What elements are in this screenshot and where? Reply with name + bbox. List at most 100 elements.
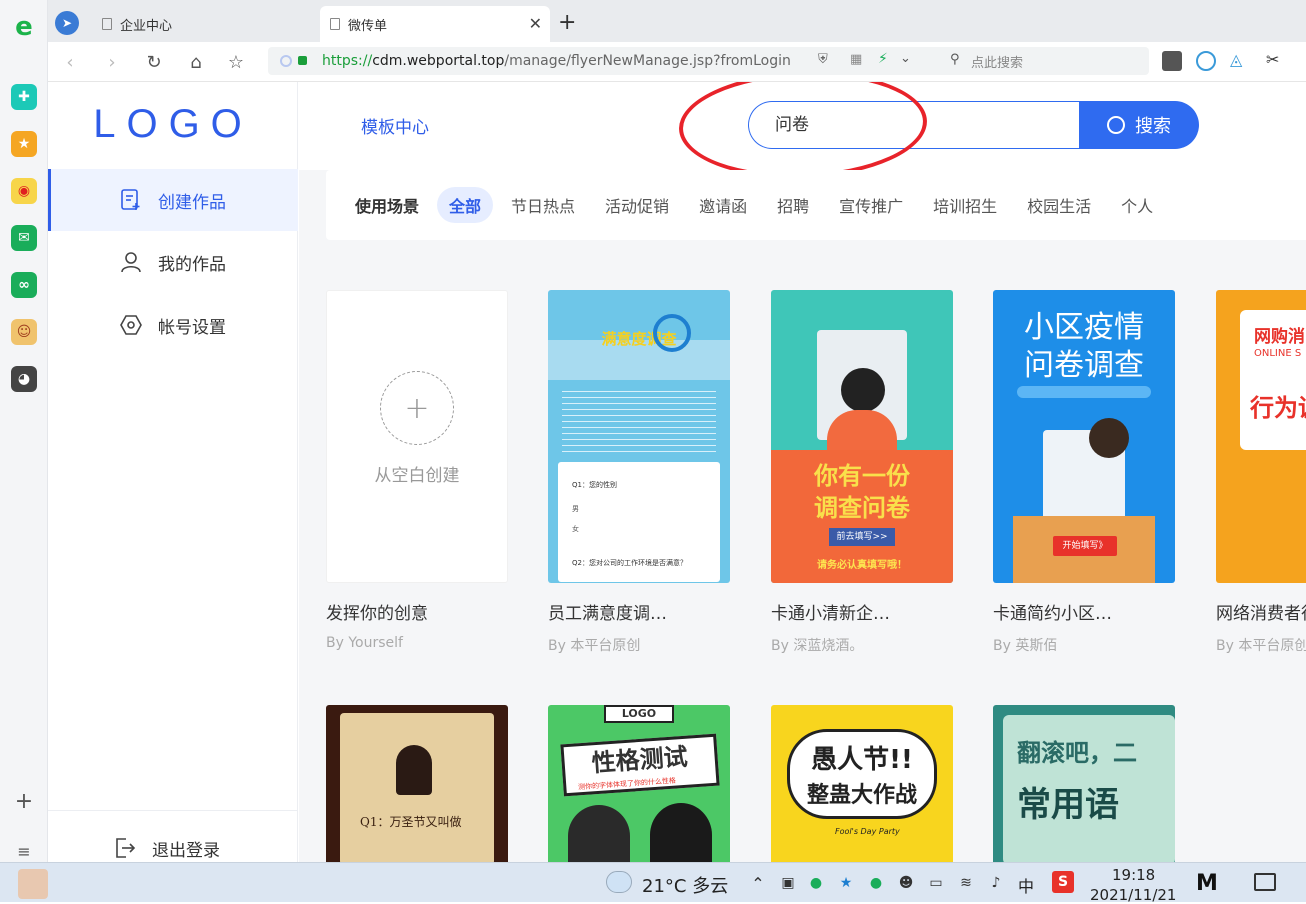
filter-chip[interactable]: 校园生活 [1027, 193, 1091, 217]
forward-icon[interactable]: › [100, 50, 124, 74]
back-icon[interactable]: ‹ [58, 50, 82, 74]
filter-chip[interactable]: 招聘 [777, 193, 809, 217]
template-card[interactable]: 愚人节!! 整蛊大作战 Fool's Day Party [771, 705, 953, 862]
triangle-app-icon[interactable]: ◬ [1230, 50, 1242, 69]
poster-footer: 请务必认真填写哦！ [817, 560, 907, 571]
link-app-icon[interactable]: ∞ [11, 272, 37, 298]
search-icon [1107, 116, 1125, 134]
poster-subtitle: Fool's Day Party [835, 827, 900, 836]
weather-text[interactable]: 21°C 多云 [642, 872, 728, 898]
lightning-icon[interactable]: ⚡ [878, 51, 888, 67]
wechat-work-icon[interactable]: ● [866, 873, 886, 893]
card-author: By Yourself [326, 635, 403, 651]
chevron-up-icon[interactable]: ⌃ [748, 873, 768, 893]
game-avatar-icon[interactable]: ☺ [11, 319, 37, 345]
sidebar-item-label: 创建作品 [158, 192, 226, 213]
template-center-link[interactable]: 模板中心 [361, 113, 429, 138]
app-clover-icon[interactable]: ✚ [11, 84, 37, 110]
scissors-icon[interactable]: ✂ [1266, 50, 1279, 69]
sidebar-item-my-works[interactable]: 我的作品 [48, 231, 298, 293]
panda-app-icon[interactable]: ◕ [11, 366, 37, 392]
cloud-weather-icon [606, 871, 632, 893]
browser-search-box[interactable]: ⚲ 点此搜索 [941, 47, 1149, 75]
sidebar-divider [48, 810, 298, 811]
filter-chip[interactable]: 个人 [1121, 193, 1153, 217]
template-card[interactable]: LOGO 性格测试 测你的字体体现了你的什么性格 [548, 705, 730, 862]
minus-circle-icon[interactable] [1196, 51, 1216, 71]
browser-search-placeholder: 点此搜索 [971, 55, 1024, 71]
card-author: By 本平台原创 [548, 638, 641, 654]
template-card[interactable]: Q1：万圣节又叫做 [326, 705, 508, 862]
question-2: Q2：您对公司的工作环境是否满意？ [572, 559, 687, 567]
url-host: cdm.webportal.top [372, 53, 505, 69]
template-card[interactable]: 网购消 ONLINE S 行为调 网络消费者行 By 本平台原创 [1216, 290, 1306, 655]
sidebar-item-create[interactable]: 创建作品 [48, 169, 298, 231]
blank-create-card[interactable]: + 从空白创建 发挥你的创意 By Yourself [326, 290, 508, 651]
poster-line-2: 调查问卷 [814, 494, 910, 522]
template-card[interactable]: 翻滚吧，二 常用语 [993, 705, 1175, 862]
tab-enterprise-center[interactable]: 企业中心 [92, 6, 320, 42]
browser-side-rail: e ✚ ★ ◉ ✉ ∞ ☺ ◕ + ≡ [0, 0, 48, 862]
poster-body-text [562, 386, 716, 452]
option-male: 男 [572, 505, 579, 513]
new-tab-icon[interactable]: + [558, 10, 576, 35]
search-button[interactable]: 搜索 [1079, 101, 1199, 149]
reader-icon[interactable] [1162, 51, 1182, 71]
close-tab-icon[interactable]: ✕ [529, 14, 542, 33]
add-app-icon[interactable]: + [11, 788, 37, 814]
qq-icon[interactable]: ☻ [896, 873, 916, 893]
poster-subtitle-bar [1017, 386, 1151, 398]
template-thumb: 小区疫情 问卷调查 开始填写》 [993, 290, 1175, 583]
battery-icon[interactable]: ▭ [926, 873, 946, 893]
poster-fill-button: 前去填写>> [829, 528, 895, 546]
navigate-arrow-icon[interactable]: ➤ [55, 11, 79, 35]
rail-menu-icon[interactable]: ≡ [11, 838, 37, 864]
template-thumb: 翻滚吧，二 常用语 [993, 705, 1175, 862]
sidebar-item-account-settings[interactable]: 帐号设置 [48, 294, 298, 356]
sidebar-item-label: 帐号设置 [158, 317, 226, 338]
template-card[interactable]: 你有一份 调查问卷 前去填写>> 请务必认真填写哦！ 卡通小清新企… By 深蓝… [771, 290, 953, 655]
favorites-star-icon[interactable]: ★ [11, 131, 37, 157]
url-dropdown-icon[interactable]: ⌄ [900, 51, 911, 66]
filter-chip[interactable]: 邀请函 [699, 193, 747, 217]
url-bar[interactable]: https://cdm.webportal.top/manage/flyerNe… [268, 47, 974, 75]
star-tray-icon[interactable]: ★ [836, 873, 856, 893]
filter-chip[interactable]: 培训招生 [933, 193, 997, 217]
filter-chip[interactable]: 节日热点 [511, 193, 575, 217]
tab-flyer[interactable]: 微传单 ✕ [320, 6, 550, 42]
weibo-icon[interactable]: ◉ [11, 178, 37, 204]
tray-app-icon[interactable]: ▣ [778, 873, 798, 893]
system-app-icon[interactable]: M [1196, 871, 1218, 896]
poster-start-button: 开始填写》 [1053, 536, 1117, 556]
home-icon[interactable]: ⌂ [184, 50, 208, 74]
filter-chip[interactable]: 宣传推广 [839, 193, 903, 217]
logo: LOGO [93, 102, 253, 146]
bookmark-star-icon[interactable]: ☆ [224, 50, 248, 74]
volume-icon[interactable]: ♪ [986, 873, 1006, 893]
qr-code-icon[interactable]: ▦ [850, 52, 862, 67]
template-card[interactable]: 满意度调查 Q1：您的性别 男 女 Q2：您对公司的工作环境是否满意？ 员工满意… [548, 290, 730, 655]
poster-line-1: 愚人节!! [811, 745, 913, 775]
poster-line-1: 你有一份 [814, 462, 910, 490]
clock-time[interactable]: 19:18 [1112, 866, 1155, 884]
template-thumb: 网购消 ONLINE S 行为调 [1216, 290, 1306, 583]
wifi-icon[interactable]: ≋ [956, 873, 976, 893]
red-annotation-circle [677, 82, 929, 183]
wechat-icon[interactable]: ● [806, 873, 826, 893]
filter-chip-all[interactable]: 全部 [437, 187, 494, 223]
poster-question: Q1：万圣节又叫做 [360, 815, 462, 829]
sogou-ime-icon[interactable]: S [1052, 871, 1074, 893]
template-card[interactable]: 小区疫情 问卷调查 开始填写》 卡通简约小区… By 英斯佰 [993, 290, 1175, 655]
user-avatar[interactable] [18, 869, 48, 899]
clock-date[interactable]: 2021/11/21 [1090, 886, 1176, 904]
notification-icon[interactable] [1254, 873, 1276, 891]
address-toolbar: ‹ › ↻ ⌂ ☆ https://cdm.webportal.top/mana… [48, 42, 1306, 82]
filter-chip[interactable]: 活动促销 [605, 193, 669, 217]
tab-label: 微传单 [348, 18, 388, 34]
mail-icon[interactable]: ✉ [11, 225, 37, 251]
browser-logo-icon[interactable]: e [11, 12, 37, 42]
reload-icon[interactable]: ↻ [142, 50, 166, 74]
card-title: 发挥你的创意 [326, 604, 428, 624]
ime-indicator[interactable]: 中 [1018, 873, 1034, 897]
shield-icon[interactable]: ⛨ [818, 52, 828, 67]
